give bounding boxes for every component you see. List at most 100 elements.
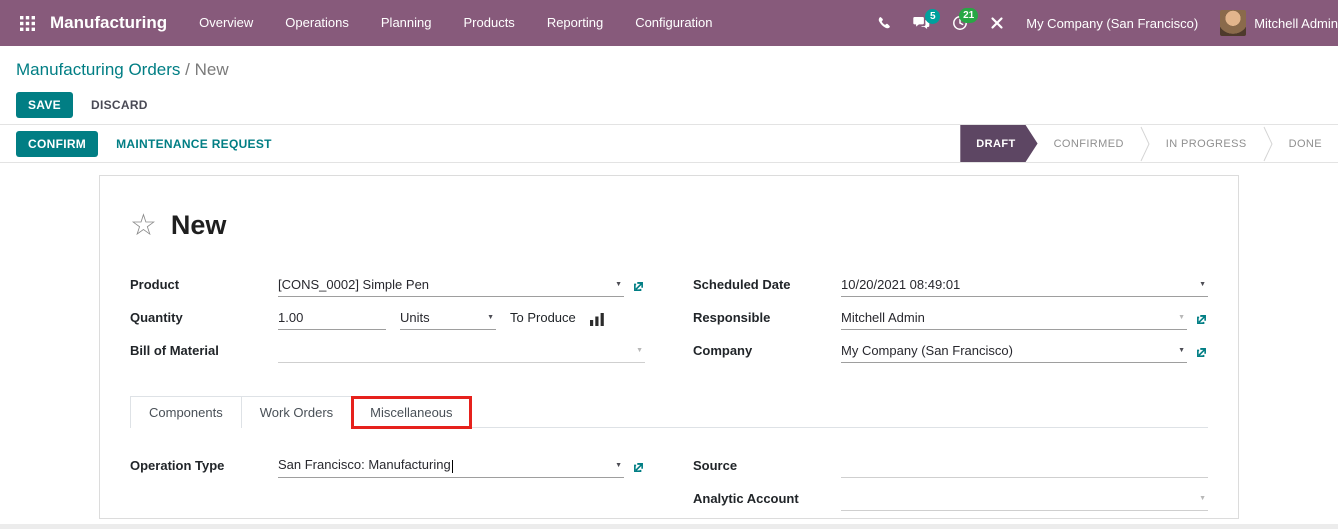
bom-input[interactable]: ▼ <box>278 339 645 363</box>
product-value: [CONS_0002] Simple Pen <box>278 277 609 292</box>
breadcrumb: Manufacturing Orders / New <box>16 60 1322 80</box>
user-menu[interactable]: Mitchell Admin <box>1220 10 1338 36</box>
statusbar: CONFIRM MAINTENANCE REQUEST DRAFT CONFIR… <box>0 125 1338 163</box>
quantity-value: 1.00 <box>278 310 303 325</box>
responsible-value: Mitchell Admin <box>841 310 1172 325</box>
quantity-group: 1.00 Units ▼ To Produce <box>278 306 645 330</box>
source-label: Source <box>693 458 841 478</box>
menu-products[interactable]: Products <box>464 0 515 46</box>
breadcrumb-parent-link[interactable]: Manufacturing Orders <box>16 60 180 79</box>
company-label: Company <box>693 343 841 363</box>
chevron-down-icon[interactable]: ▼ <box>487 314 494 321</box>
menu-reporting[interactable]: Reporting <box>547 0 603 46</box>
favorite-star-icon[interactable]: ☆ <box>130 211 157 241</box>
product-label: Product <box>130 277 278 297</box>
operation-type-input[interactable]: San Francisco: Manufacturing ▼ <box>278 454 624 478</box>
menu-operations[interactable]: Operations <box>285 0 349 46</box>
title-row: ☆ New <box>130 210 1208 241</box>
tab-components[interactable]: Components <box>130 396 242 428</box>
menu-configuration[interactable]: Configuration <box>635 0 712 46</box>
text-cursor <box>452 460 453 473</box>
chevron-down-icon[interactable]: ▼ <box>615 462 622 469</box>
uom-select[interactable]: Units ▼ <box>400 306 496 330</box>
form-left-column: Product [CONS_0002] Simple Pen ▼ Quantit… <box>130 271 645 370</box>
chevron-down-icon[interactable]: ▼ <box>615 281 622 288</box>
scheduled-date-input[interactable]: 10/20/2021 08:49:01 ▼ <box>841 273 1208 297</box>
tab-work-orders[interactable]: Work Orders <box>241 396 352 428</box>
stage-chevron-icon <box>1140 126 1150 162</box>
tab-miscellaneous[interactable]: Miscellaneous <box>351 396 471 429</box>
user-name: Mitchell Admin <box>1254 16 1338 31</box>
chevron-down-icon[interactable]: ▼ <box>1178 347 1185 354</box>
navbar-systray: 5 21 My Company (San Francisco) Mitchell… <box>856 10 1338 36</box>
operation-type-row: Operation Type San Francisco: Manufactur… <box>130 452 645 478</box>
analytic-account-input[interactable]: ▼ <box>841 487 1208 511</box>
control-panel: Manufacturing Orders / New SAVE DISCARD <box>0 46 1338 125</box>
source-input[interactable] <box>841 454 1208 478</box>
company-external-link-icon[interactable] <box>1195 346 1208 363</box>
save-button[interactable]: SAVE <box>16 92 73 118</box>
record-actions: SAVE DISCARD <box>16 92 1322 118</box>
app-title[interactable]: Manufacturing <box>50 13 167 33</box>
responsible-input[interactable]: Mitchell Admin ▼ <box>841 306 1187 330</box>
responsible-label: Responsible <box>693 310 841 330</box>
stage-draft[interactable]: DRAFT <box>960 125 1037 162</box>
quantity-row: Quantity 1.00 Units ▼ To Produce <box>130 304 645 330</box>
quantity-label: Quantity <box>130 310 278 330</box>
menu-planning[interactable]: Planning <box>381 0 432 46</box>
stage-done[interactable]: DONE <box>1273 125 1338 162</box>
operation-type-external-link-icon[interactable] <box>632 461 645 478</box>
to-produce-label: To Produce <box>510 310 576 330</box>
discard-button[interactable]: DISCARD <box>91 98 148 112</box>
operation-type-label: Operation Type <box>130 458 278 478</box>
product-row: Product [CONS_0002] Simple Pen ▼ <box>130 271 645 297</box>
chevron-down-icon[interactable]: ▼ <box>1178 314 1185 321</box>
stage-in-progress[interactable]: IN PROGRESS <box>1150 125 1263 162</box>
scheduled-date-label: Scheduled Date <box>693 277 841 297</box>
quantity-input[interactable]: 1.00 <box>278 306 386 330</box>
product-external-link-icon[interactable] <box>632 280 645 297</box>
confirm-button[interactable]: CONFIRM <box>16 131 98 157</box>
top-navbar: Manufacturing Overview Operations Planni… <box>0 0 1338 46</box>
activities-clock-icon[interactable]: 21 <box>952 15 968 31</box>
form-right-column: Scheduled Date 10/20/2021 08:49:01 ▼ Res… <box>693 271 1208 370</box>
chevron-down-icon[interactable]: ▼ <box>636 347 643 354</box>
scheduled-date-row: Scheduled Date 10/20/2021 08:49:01 ▼ <box>693 271 1208 297</box>
user-avatar <box>1220 10 1246 36</box>
breadcrumb-current: New <box>195 60 229 79</box>
stage-confirmed[interactable]: CONFIRMED <box>1038 125 1140 162</box>
chevron-down-icon[interactable]: ▼ <box>1199 495 1206 502</box>
phone-icon[interactable] <box>876 16 891 31</box>
bom-row: Bill of Material ▼ <box>130 337 645 363</box>
uom-value: Units <box>400 310 481 325</box>
status-pipeline: DRAFT CONFIRMED IN PROGRESS DONE <box>960 125 1338 162</box>
misc-right-column: Source Analytic Account ▼ <box>693 452 1208 518</box>
stage-chevron-icon <box>1263 126 1273 162</box>
messages-badge: 5 <box>925 9 940 24</box>
maintenance-request-button[interactable]: MAINTENANCE REQUEST <box>116 137 272 151</box>
notebook-tabs: Components Work Orders Miscellaneous <box>130 396 1208 428</box>
misc-left-column: Operation Type San Francisco: Manufactur… <box>130 452 645 518</box>
analytic-account-label: Analytic Account <box>693 491 841 511</box>
source-row: Source <box>693 452 1208 478</box>
breadcrumb-separator: / <box>185 60 190 79</box>
responsible-external-link-icon[interactable] <box>1195 313 1208 330</box>
tools-icon[interactable] <box>990 16 1004 30</box>
company-input[interactable]: My Company (San Francisco) ▼ <box>841 339 1187 363</box>
company-switcher[interactable]: My Company (San Francisco) <box>1026 16 1198 31</box>
operation-type-value: San Francisco: Manufacturing <box>278 457 609 472</box>
form-sheet: ☆ New Product [CONS_0002] Simple Pen ▼ <box>99 175 1239 519</box>
menu-overview[interactable]: Overview <box>199 0 253 46</box>
responsible-row: Responsible Mitchell Admin ▼ <box>693 304 1208 330</box>
main-menu: Overview Operations Planning Products Re… <box>199 0 712 46</box>
apps-menu-icon[interactable] <box>12 0 42 46</box>
page-background-strip <box>0 524 1338 529</box>
chevron-down-icon[interactable]: ▼ <box>1199 281 1206 288</box>
messages-icon[interactable]: 5 <box>913 16 930 31</box>
product-input[interactable]: [CONS_0002] Simple Pen ▼ <box>278 273 624 297</box>
forecast-chart-icon[interactable] <box>590 313 605 330</box>
company-value: My Company (San Francisco) <box>841 343 1172 358</box>
bom-label: Bill of Material <box>130 343 278 363</box>
scheduled-date-value: 10/20/2021 08:49:01 <box>841 277 1193 292</box>
miscellaneous-tab-content: Operation Type San Francisco: Manufactur… <box>130 428 1208 518</box>
